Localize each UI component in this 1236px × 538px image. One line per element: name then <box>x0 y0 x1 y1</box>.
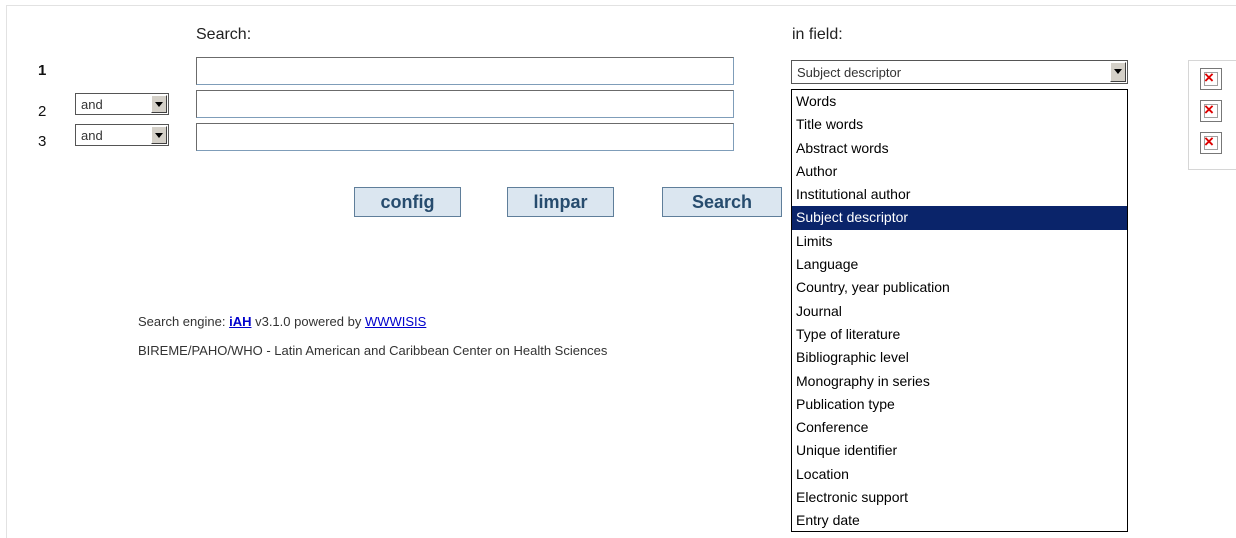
field-option[interactable]: Country, year publication <box>792 276 1127 299</box>
field-option[interactable]: Limits <box>792 230 1127 253</box>
field-option[interactable]: Monography in series <box>792 370 1127 393</box>
field-option[interactable]: Bibliographic level <box>792 346 1127 369</box>
chevron-down-icon[interactable] <box>1110 62 1126 82</box>
row-number-1: 1 <box>38 62 47 79</box>
close-icon <box>1204 136 1218 150</box>
delete-row-2-button[interactable] <box>1200 100 1222 122</box>
engine-credit: Search engine: iAH v3.1.0 powered by WWW… <box>138 314 426 329</box>
field-option[interactable]: Abstract words <box>792 137 1127 160</box>
clear-button[interactable]: limpar <box>507 187 614 217</box>
operator-value: and <box>81 128 103 143</box>
field-select-value: Subject descriptor <box>797 65 902 80</box>
search-label: Search: <box>196 26 252 43</box>
page-frame-left <box>6 5 7 538</box>
field-option-selected[interactable]: Subject descriptor <box>792 206 1127 230</box>
engine-prefix: Search engine: <box>138 314 226 329</box>
field-option[interactable]: Location <box>792 463 1127 486</box>
operator-value: and <box>81 97 103 112</box>
operator-select-row-3[interactable]: and <box>75 124 169 146</box>
search-button[interactable]: Search <box>662 187 782 217</box>
row-number-3: 3 <box>38 133 47 150</box>
field-option[interactable]: Title words <box>792 113 1127 136</box>
org-credit: BIREME/PAHO/WHO - Latin American and Car… <box>138 343 608 358</box>
close-icon <box>1204 72 1218 86</box>
search-input-row-1[interactable] <box>196 57 734 85</box>
wwwisis-link[interactable]: WWWISIS <box>365 314 426 329</box>
field-option[interactable]: Author <box>792 160 1127 183</box>
config-button[interactable]: config <box>354 187 461 217</box>
field-option[interactable]: Journal <box>792 300 1127 323</box>
engine-version: v3.1.0 powered by <box>255 314 362 329</box>
iah-link[interactable]: iAH <box>229 314 251 329</box>
field-options-list[interactable]: Words Title words Abstract words Author … <box>791 89 1128 532</box>
field-option[interactable]: Words <box>792 90 1127 113</box>
row-number-2: 2 <box>38 103 47 120</box>
delete-row-1-button[interactable] <box>1200 68 1222 90</box>
operator-select-row-2[interactable]: and <box>75 93 169 115</box>
close-icon <box>1204 104 1218 118</box>
page-frame-top <box>6 5 1236 6</box>
chevron-down-icon[interactable] <box>151 95 167 113</box>
search-input-row-3[interactable] <box>196 123 734 151</box>
chevron-down-icon[interactable] <box>151 126 167 144</box>
search-input-row-2[interactable] <box>196 90 734 118</box>
field-option[interactable]: Electronic support <box>792 486 1127 509</box>
delete-row-3-button[interactable] <box>1200 132 1222 154</box>
field-option[interactable]: Institutional author <box>792 183 1127 206</box>
field-option[interactable]: Language <box>792 253 1127 276</box>
field-select[interactable]: Subject descriptor <box>791 60 1128 84</box>
field-option[interactable]: Entry date <box>792 509 1127 532</box>
field-option[interactable]: Type of literature <box>792 323 1127 346</box>
field-option[interactable]: Unique identifier <box>792 439 1127 462</box>
in-field-label: in field: <box>792 26 843 43</box>
field-option[interactable]: Publication type <box>792 393 1127 416</box>
field-option[interactable]: Conference <box>792 416 1127 439</box>
